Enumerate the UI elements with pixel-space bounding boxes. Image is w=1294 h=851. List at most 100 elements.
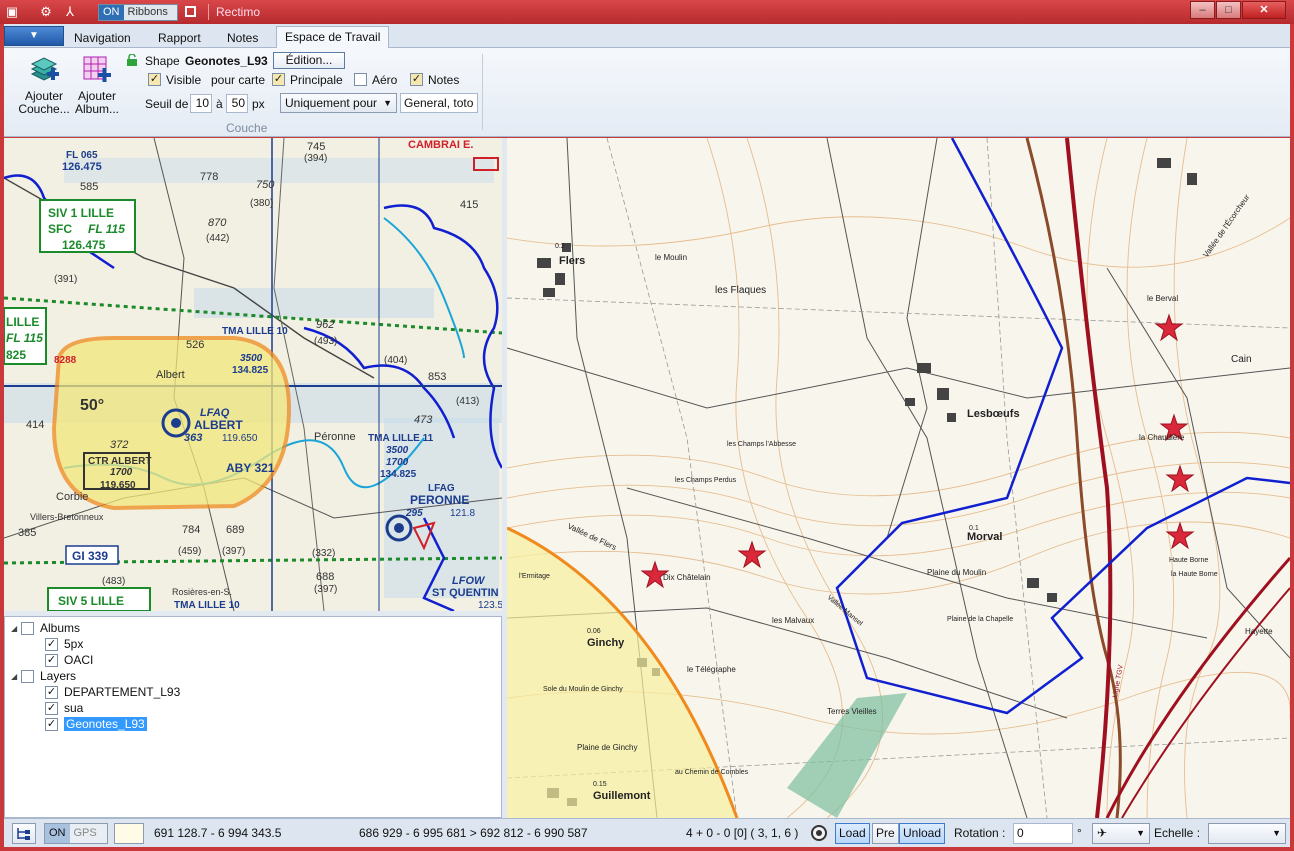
minimize-button[interactable]: – [1190,1,1215,19]
window-title: Rectimo [216,5,261,19]
edit-button[interactable]: Édition... [273,52,345,69]
compass-icon[interactable]: ⅄ [62,4,78,20]
seuil-to-input[interactable]: 50 [226,94,248,113]
aero-label-1235: 123.5 [478,600,502,611]
layers-add-icon [30,57,59,81]
principale-checkbox[interactable]: ✓ [272,73,285,86]
file-menu-button[interactable]: ▼ [4,26,64,46]
view-extent: 686 929 - 6 995 681 > 692 812 - 6 990 58… [359,826,588,840]
aero-label-8288: 8288 [54,355,77,366]
gear-icon[interactable]: ⚙ [38,4,54,20]
aero-label-fl065: FL 065 [66,150,98,161]
topo-map-view[interactable]: Flers les Flaques le Moulin Lesbœufs Mor… [507,138,1290,818]
ribbons-label: Ribbons [127,6,168,18]
pour-carte-label: pour carte [211,73,266,87]
tree-item-sua[interactable]: ✓ sua [45,700,83,716]
layout-square-icon[interactable] [185,6,196,17]
tab-notes[interactable]: Notes [227,28,258,48]
seuil-label: Seuil de [145,97,189,111]
mode-select-value: Uniquement pour [285,96,378,110]
titlebar-separator [208,4,209,20]
ribbon-tab-bar: ▼ Navigation Rapport Notes Espace de Tra… [4,24,1290,49]
topo-label-flaques: les Flaques [715,285,766,296]
gps-toggle[interactable]: ON GPS [44,823,108,844]
visible-checkbox[interactable]: ✓ [148,73,161,86]
aero-checkbox[interactable] [354,73,367,86]
lock-icon [126,53,138,66]
tab-rapport[interactable]: Rapport [158,28,201,48]
aero-label-siv1: SIV 1 LILLE [48,206,114,220]
layer-geonotes-label: Geonotes_L93 [64,717,147,731]
topo-label-telegraphe: le Télégraphe [687,665,736,674]
scale-select[interactable]: ▼ [1208,823,1286,844]
tab-navigation[interactable]: Navigation [74,28,131,48]
load-button[interactable]: Load [835,823,870,844]
add-album-button[interactable]: Ajouter Album... [71,54,123,120]
topo-label-champs-perdus: les Champs Perdus [675,477,737,484]
seuil-from-input[interactable]: 10 [190,94,212,113]
topo-label-haute-borne: Haute Borne [1169,557,1208,564]
collapse-triangle-icon[interactable]: ◢ [11,624,21,633]
notes-checkbox[interactable]: ✓ [410,73,423,86]
tile-counts: 4 + 0 - 0 [0] ( 3, 1, 6 ) [686,826,799,840]
topo-label-ginchy-alt: 0.06 [587,628,601,635]
layer-geonotes-checkbox[interactable]: ✓ [45,717,58,731]
aero-label-397: (397) [314,584,337,595]
add-layer-button[interactable]: Ajouter Couche... [18,54,70,120]
layer-sua-checkbox[interactable]: ✓ [45,701,58,715]
app-menu-icon[interactable]: ▣ [4,4,20,20]
tab-espace-de-travail[interactable]: Espace de Travail [276,26,390,49]
layers-checkbox[interactable] [21,669,34,683]
aero-label-385: 385 [18,527,36,539]
rotation-input[interactable]: 0 [1013,823,1073,844]
rotation-label: Rotation : [954,826,1006,840]
collapse-triangle-icon[interactable]: ◢ [11,672,21,681]
aero-label-peronne: PERONNE [410,493,469,507]
aero-label-394: (394) [304,153,327,164]
pre-button[interactable]: Pre [872,823,899,844]
topo-label-plaine-ginchy: Plaine de Ginchy [577,743,637,752]
album-5px-checkbox[interactable]: ✓ [45,637,58,651]
tree-item-geonotes[interactable]: ✓ Geonotes_L93 [45,716,147,732]
tree-node-albums[interactable]: ◢ Albums [11,620,80,636]
album-oaci-checkbox[interactable]: ✓ [45,653,58,667]
tree-panel-toggle-button[interactable] [12,823,36,844]
zoom-search-icon[interactable] [808,823,830,844]
add-layer-label: Ajouter Couche... [18,89,70,116]
color-swatch[interactable] [114,823,144,844]
maximize-button[interactable]: □ [1216,1,1241,19]
aero-label-3500b: 3500 [240,353,263,364]
aero-label-ctr-albert: CTR ALBERT [88,456,152,467]
aero-label-825: 825 [6,348,26,362]
topo-label-flers-alt: 0.2 [555,243,565,250]
echelle-label: Echelle : [1154,826,1201,840]
topo-label-plaine-moulin: Plaine du Moulin [927,568,986,577]
topo-label-sole-moulin: Sole du Moulin de Ginchy [543,686,623,693]
layer-departement-checkbox[interactable]: ✓ [45,685,58,699]
topo-label-dix-chatelain: Dix Châtelain [663,573,711,582]
topo-label-moulin: le Moulin [655,253,687,262]
unload-button[interactable]: Unload [899,823,946,844]
ribbons-toggle[interactable]: ON Ribbons [98,4,178,21]
albums-checkbox[interactable] [21,621,34,635]
topo-label-cain: Cain [1231,354,1252,365]
aero-label-1700b: 1700 [386,457,409,468]
tree-item-5px[interactable]: ✓ 5px [45,636,83,652]
close-button[interactable]: ✕ [1242,1,1286,19]
aero-label-870: 870 [208,217,227,229]
mode-value-input[interactable]: General, toto [400,93,478,113]
gps-on-label: ON [45,824,70,843]
albums-label: Albums [40,621,81,635]
aero-map-view[interactable]: FL 065 126.475 585 SIV 1 LILLE SFC FL 11… [4,138,502,611]
topo-label-flers: Flers [559,255,585,267]
aero-label-tma10: TMA LILLE 10 [222,326,288,337]
aero-label-50deg: 50° [80,397,104,414]
tree-item-oaci[interactable]: ✓ OACI [45,652,93,668]
tree-item-departement[interactable]: ✓ DEPARTEMENT_L93 [45,684,180,700]
tree-icon [17,828,30,840]
aero-label-473: 473 [414,414,433,426]
tree-node-layers[interactable]: ◢ Layers [11,668,76,684]
orientation-select[interactable]: ✈ ▼ [1092,823,1150,844]
mode-select[interactable]: Uniquement pour ▼ [280,93,397,113]
topo-label-chaudiere: la Chaudière [1139,433,1185,442]
